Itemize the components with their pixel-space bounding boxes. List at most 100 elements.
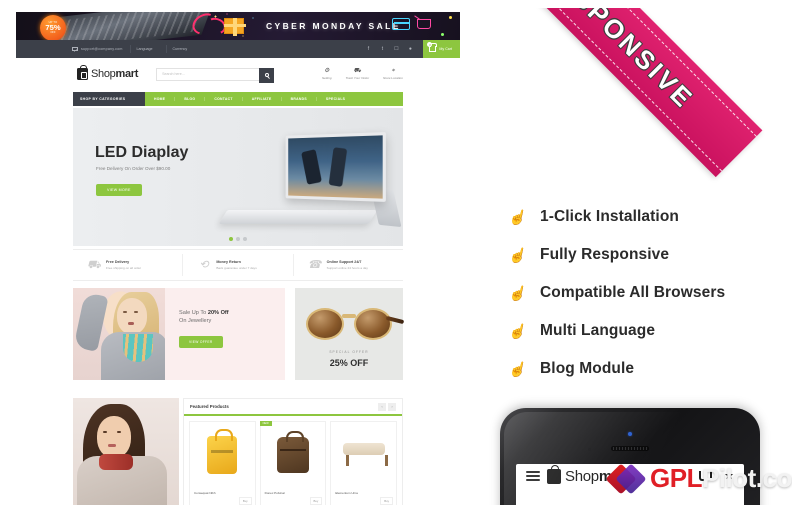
instagram-icon[interactable]: ☐ — [389, 40, 403, 58]
carousel-next-button[interactable]: › — [388, 402, 396, 411]
product-image — [277, 431, 309, 473]
sensor-icon — [588, 448, 591, 451]
nav-item-affiliate[interactable]: AFFILIATE — [243, 97, 282, 101]
envelope-icon — [72, 47, 79, 52]
pinterest-icon[interactable]: ● — [403, 40, 417, 58]
featured-products-panel: Featured Products ‹ › Consequat Nibh Buy… — [183, 398, 403, 505]
feature-label: Fully Responsive — [540, 246, 670, 263]
service-title: Money Return — [216, 260, 241, 265]
store-location-label: Store Location — [383, 76, 403, 80]
truck-icon: ⛟ — [353, 68, 362, 74]
product-image — [207, 429, 238, 474]
special-offer-value: 25% OFF — [329, 358, 369, 368]
feature-item-fully-responsive: ☝ Fully Responsive — [508, 236, 778, 274]
header-track-order[interactable]: ⛟ Track Your Order — [346, 68, 369, 80]
cyber-monday-title: CYBER MONDAY SALE — [266, 21, 401, 31]
cyber-monday-banner[interactable]: UP TO 75% OFF CYBER MONDAY SALE — [16, 12, 460, 40]
nav-item-specials[interactable]: SPECIALS — [317, 97, 354, 101]
featured-products-title: Featured Products — [190, 404, 229, 409]
main-navigation: SHOP BY CATEGORIES HOME BLOG CONTACT AFF… — [73, 92, 403, 106]
my-cart-button[interactable]: 0 My Cart — [423, 40, 460, 58]
hero-subtitle: Free Delivery On Order Over $90.00 — [96, 166, 171, 171]
shopping-bag-icon — [77, 65, 88, 80]
service-money-return: ⟲ Money Return Back guarantee under 7 da… — [183, 254, 294, 276]
feature-item-multi-language: ☝ Multi Language — [508, 312, 778, 350]
nav-item-brands[interactable]: BRANDS — [282, 97, 317, 101]
track-order-label: Track Your Order — [345, 76, 370, 80]
product-name: Consequat Nibh — [194, 491, 216, 495]
special-offer-label: SPECIAL OFFER — [329, 350, 369, 354]
service-title: Free Delivery — [106, 260, 130, 265]
feature-item-blog-module: ☝ Blog Module — [508, 350, 778, 388]
feature-item-1-click-installation: ☝ 1-Click Installation — [508, 198, 778, 236]
women-clothing-banner[interactable]: Clothing For Women — [73, 398, 179, 505]
currency-selector[interactable]: Currency — [165, 45, 194, 53]
facebook-icon[interactable]: f — [361, 40, 375, 58]
badge-top: UP TO — [48, 20, 58, 24]
service-sub: Support online 24 hours a day — [326, 265, 368, 270]
hero-slider[interactable]: LED Diaplay Free Delivery On Order Over … — [73, 108, 403, 246]
watermark-domain: Pilot.com — [701, 463, 792, 493]
shopping-bag-icon — [547, 464, 561, 484]
product-card[interactable]: NEW Donec Pulvinar Buy — [259, 421, 327, 505]
watermark-brand: GPL — [650, 463, 702, 493]
view-offer-button[interactable]: VIEW OFFER — [179, 336, 223, 348]
cart-label: My Cart — [439, 47, 452, 51]
cart-icon — [429, 43, 438, 52]
search-placeholder: Search here... — [162, 72, 185, 76]
header-icon-group: ⚙ Setting ⛟ Track Your Order ⌖ Store Loc… — [322, 68, 403, 80]
product-buy-button[interactable]: Buy — [309, 497, 323, 505]
product-name: Donec Pulvinar — [264, 491, 286, 495]
feature-list: ☝ 1-Click Installation ☝ Fully Responsiv… — [508, 198, 778, 388]
earpiece-speaker — [611, 446, 649, 451]
jewellery-promo-banner[interactable]: Sale Up To 20% Off On Jewellery VIEW OFF… — [73, 288, 285, 380]
product-card[interactable]: Elementum Urna Buy — [330, 421, 398, 505]
feature-label: Multi Language — [540, 322, 656, 339]
product-buy-button[interactable]: Buy — [238, 497, 252, 505]
search-button[interactable] — [259, 67, 275, 83]
sunglasses-promo-banner[interactable]: SPECIAL OFFER 25% OFF — [295, 288, 405, 380]
gear-icon: ⚙ — [324, 68, 330, 74]
site-header: Shopmart Search here... ⚙ Setting ⛟ Trac… — [65, 58, 411, 90]
hand-point-icon: ☝ — [508, 209, 526, 225]
hero-view-more-button[interactable]: VIEW MORE — [96, 184, 142, 196]
theme-preview: UP TO 75% OFF CYBER MONDAY SALE support@… — [8, 8, 468, 505]
jewellery-model-image — [73, 288, 165, 380]
discount-badge: UP TO 75% OFF — [40, 15, 66, 40]
product-card[interactable]: Consequat Nibh Buy — [189, 421, 256, 505]
hamburger-menu-icon[interactable] — [526, 471, 540, 481]
language-selector[interactable]: Language — [129, 45, 159, 53]
logo-text-second: mart — [115, 68, 139, 80]
search-icon — [264, 73, 269, 77]
mobile-logo-first: Shop — [565, 467, 599, 485]
promo-row: Sale Up To 20% Off On Jewellery VIEW OFF… — [73, 288, 405, 380]
nav-links: HOME BLOG CONTACT AFFILIATE BRANDS SPECI… — [145, 92, 403, 106]
shop-by-categories-button[interactable]: SHOP BY CATEGORIES — [73, 92, 145, 106]
carousel-prev-button[interactable]: ‹ — [378, 402, 386, 411]
logo-text-first: Shop — [91, 68, 116, 80]
logo[interactable]: Shopmart — [77, 65, 139, 80]
hand-point-icon: ☝ — [508, 323, 526, 339]
laptop-image — [217, 126, 403, 236]
nav-item-contact[interactable]: CONTACT — [205, 97, 243, 101]
twitter-icon[interactable]: t — [375, 40, 389, 58]
feature-item-compatible-all-browsers: ☝ Compatible All Browsers — [508, 274, 778, 312]
header-setting[interactable]: ⚙ Setting — [322, 68, 332, 80]
hero-title: LED Diaplay — [95, 144, 189, 161]
header-store-location[interactable]: ⌖ Store Location — [383, 68, 403, 80]
service-title: Online Support 24/7 — [326, 260, 362, 265]
watermark: GPLPilot.com — [610, 463, 792, 494]
product-buy-button[interactable]: Buy — [380, 497, 394, 505]
promo-line2: On Jewellery — [179, 318, 212, 324]
product-tag: NEW — [259, 421, 272, 426]
search-input[interactable]: Search here... — [156, 67, 275, 83]
support-email[interactable]: support@company.com — [72, 47, 123, 52]
front-camera-icon — [628, 432, 632, 436]
hand-point-icon: ☝ — [508, 247, 526, 263]
hero-pagination[interactable] — [229, 237, 247, 241]
pin-icon: ⌖ — [391, 68, 395, 74]
nav-item-blog[interactable]: BLOG — [175, 97, 206, 101]
ribbon-label: RESPONSIVE — [538, 8, 701, 115]
service-sub: Free shipping on all order — [106, 265, 142, 270]
nav-item-home[interactable]: HOME — [145, 97, 176, 101]
